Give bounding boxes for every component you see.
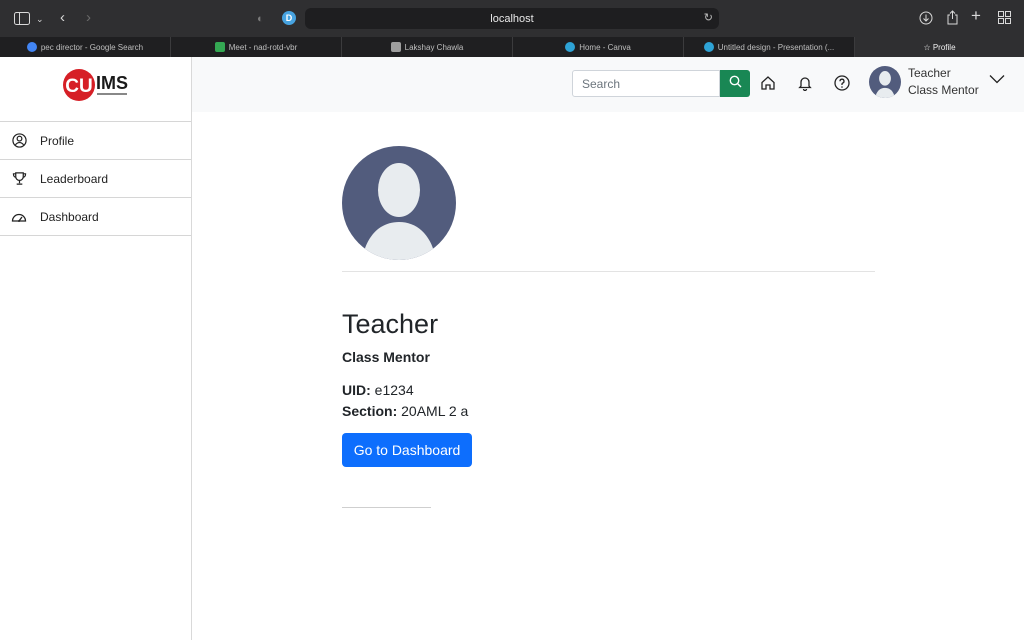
shield-icon[interactable]: ◐ [257,12,264,26]
tab-label: Lakshay Chawla [404,42,464,52]
search-input[interactable] [572,70,720,97]
browser-tab[interactable]: Lakshay Chawla [342,37,513,57]
bell-icon[interactable] [796,74,814,92]
page-icon [390,42,401,52]
section-label: Section: [342,403,398,419]
speedometer-icon [11,209,27,225]
sidebar-item-label: Profile [40,133,75,148]
chevron-down-icon[interactable] [989,71,1005,89]
google-icon [26,42,37,52]
help-icon[interactable] [833,74,851,92]
browser-tab[interactable]: Untitled design - Presentation (... [684,37,855,57]
section-value: 20AML 2 a [397,403,469,419]
divider [342,271,875,272]
sidebar-toggle-icon[interactable] [14,12,30,27]
tab-label: ☆ Profile [923,42,956,52]
sidebar-item-profile[interactable]: Profile [0,122,191,160]
tab-label: pec director - Google Search [40,42,144,52]
top-navbar: Teacher Class Mentor [192,57,1024,112]
forward-arrow-icon[interactable]: › [86,10,91,25]
tab-label: Home - Canva [579,42,631,52]
sidebar-item-dashboard[interactable]: Dashboard [0,198,191,236]
sidebar-item-label: Leaderboard [40,171,109,186]
uid-value: e1234 [370,382,414,398]
profile-content: Teacher Class Mentor UID: e1234 Section:… [192,112,1024,640]
home-icon[interactable] [759,74,777,92]
logo-area: CU IMS [0,57,191,122]
trophy-icon [11,171,27,187]
sidebar-item-leaderboard[interactable]: Leaderboard [0,160,191,198]
go-to-dashboard-button[interactable]: Go to Dashboard [342,433,472,467]
divider [342,507,431,508]
sidebar: CU IMS Profile Leaderboard Dashboard [0,57,192,640]
profile-role: Class Mentor [342,349,430,365]
svg-text:IMS: IMS [96,73,128,93]
share-icon[interactable] [946,10,959,27]
back-arrow-icon[interactable]: ‹ [60,10,65,25]
browser-tab[interactable]: Meet - nad-rotd-vbr [171,37,342,57]
tab-label: Untitled design - Presentation (... [717,42,835,52]
search-button[interactable] [720,70,750,97]
extension-badge[interactable]: D [282,11,296,25]
user-menu[interactable]: Teacher Class Mentor [908,65,979,99]
profile-uid: UID: e1234 [342,382,414,398]
canva-icon [703,42,714,52]
chevron-down-icon[interactable]: ⌄ [36,12,44,26]
reload-icon[interactable]: ↻ [704,11,713,24]
browser-tab[interactable]: Home - Canva [513,37,684,57]
user-name: Teacher [908,66,951,80]
cuims-logo[interactable]: CU IMS [62,67,130,103]
browser-tab-active[interactable]: ☆ Profile [855,37,1024,57]
profile-name: Teacher [342,309,439,339]
address-bar[interactable]: localhost ↻ [305,8,719,29]
search-icon [729,75,742,93]
meet-icon [214,42,225,52]
url-text: localhost [490,12,534,25]
uid-label: UID: [342,382,371,398]
user-circle-icon [11,133,27,149]
canva-icon [565,42,576,52]
browser-toolbar: ⌄ ‹ › ◐ D localhost ↻ + [0,0,1024,37]
profile-avatar [342,146,456,260]
tab-label: Meet - nad-rotd-vbr [228,42,298,52]
download-icon[interactable] [919,11,933,27]
avatar[interactable] [869,66,901,98]
browser-tab[interactable]: pec director - Google Search [0,37,171,57]
tab-overview-icon[interactable] [998,11,1011,26]
svg-text:CU: CU [65,76,92,97]
user-role: Class Mentor [908,83,979,97]
sidebar-item-label: Dashboard [40,209,99,224]
profile-section: Section: 20AML 2 a [342,403,468,419]
new-tab-icon[interactable]: + [971,7,981,24]
tab-strip: pec director - Google Search Meet - nad-… [0,37,1024,57]
